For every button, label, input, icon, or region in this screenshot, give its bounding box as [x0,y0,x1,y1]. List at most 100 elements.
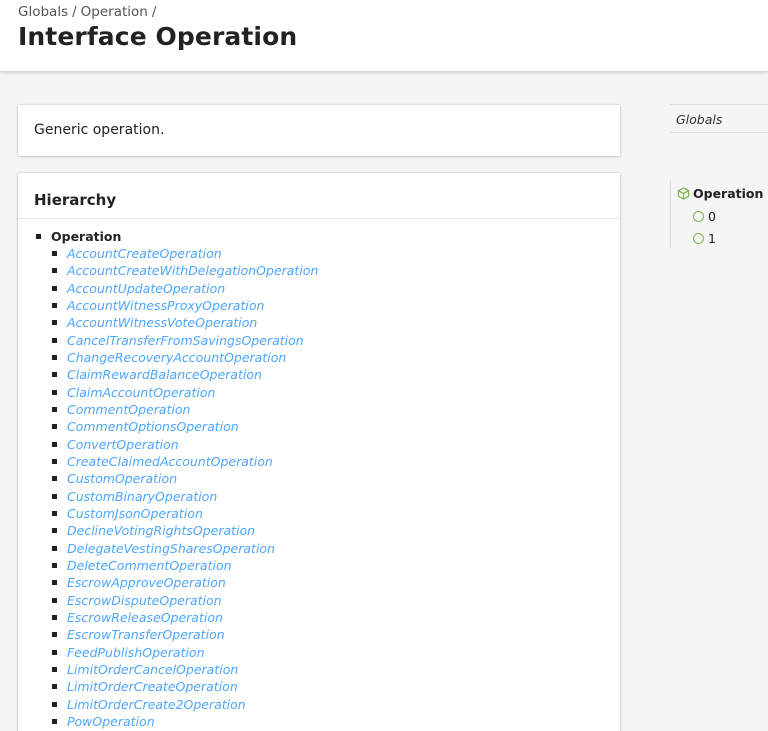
breadcrumb-globals[interactable]: Globals [18,4,68,20]
page-header: Globals / Operation / Interface Operatio… [0,0,768,72]
hierarchy-child-item: EscrowApproveOperation [52,574,318,591]
hierarchy-child-link[interactable]: AccountUpdateOperation [67,281,225,296]
description-panel: Generic operation. [18,105,620,156]
bullet-icon [52,545,57,551]
hierarchy-child-link[interactable]: LimitOrderCreateOperation [67,679,238,694]
hierarchy-child-item: DeleteCommentOperation [52,557,318,574]
bullet-icon [36,234,41,239]
bullet-icon [52,441,57,447]
hierarchy-children-list: AccountCreateOperation AccountCreateWithD… [52,245,318,730]
hierarchy-child-link[interactable]: ClaimAccountOperation [67,385,215,400]
hierarchy-child-item: CustomJsonOperation [52,505,318,522]
page-title: Interface Operation [18,22,298,51]
bullet-icon [52,649,57,655]
bullet-icon [52,632,57,638]
bullet-icon [52,667,57,673]
divider [18,218,620,219]
bullet-icon [52,580,57,586]
hierarchy-child-item: CancelTransferFromSavingsOperation [52,332,318,349]
hierarchy-root-label: Operation [51,229,122,244]
sidebar-globals-label: Globals [676,112,723,127]
bullet-icon [52,337,57,343]
hierarchy-child-link[interactable]: AccountCreateOperation [67,246,222,261]
breadcrumb-separator: / [151,4,157,20]
hierarchy-child-link[interactable]: CancelTransferFromSavingsOperation [67,333,304,348]
hierarchy-child-link[interactable]: EscrowApproveOperation [67,575,226,590]
hierarchy-child-link[interactable]: LimitOrderCancelOperation [67,662,238,677]
bullet-icon [52,597,57,603]
hierarchy-child-item: FeedPublishOperation [52,644,318,661]
bullet-icon [52,424,57,430]
breadcrumb-operation[interactable]: Operation [81,4,148,20]
hierarchy-child-item: ClaimRewardBalanceOperation [52,366,318,383]
hierarchy-child-item: AccountWitnessVoteOperation [52,314,318,331]
hierarchy-child-item: ChangeRecoveryAccountOperation [52,349,318,366]
hierarchy-child-link[interactable]: CustomBinaryOperation [67,489,217,504]
bullet-icon [52,285,57,291]
hierarchy-child-link[interactable]: CommentOperation [67,402,190,417]
sidebar-property-1[interactable]: 1 [693,231,716,246]
hierarchy-child-link[interactable]: ConvertOperation [67,437,179,452]
hierarchy-child-item: LimitOrderCreate2Operation [52,696,318,713]
sidebar-globals-link[interactable]: Globals [670,104,768,133]
hierarchy-child-item: ConvertOperation [52,436,318,453]
hierarchy-child-link[interactable]: CreateClaimedAccountOperation [67,454,273,469]
bullet-icon [52,476,57,482]
bullet-icon [52,320,57,326]
hierarchy-child-item: AccountUpdateOperation [52,280,318,297]
property-circle-icon [693,211,704,222]
bullet-icon [52,389,57,395]
hierarchy-child-item: EscrowTransferOperation [52,626,318,643]
hierarchy-child-link[interactable]: DelegateVestingSharesOperation [67,541,275,556]
hierarchy-child-item: DelegateVestingSharesOperation [52,540,318,557]
breadcrumb: Globals / Operation / [18,4,156,20]
hierarchy-child-item: DeclineVotingRightsOperation [52,522,318,539]
bullet-icon [52,372,57,378]
hierarchy-child-item: LimitOrderCreateOperation [52,678,318,695]
hierarchy-child-link[interactable]: AccountWitnessProxyOperation [67,298,264,313]
hierarchy-child-link[interactable]: CommentOptionsOperation [67,419,239,434]
bullet-icon [52,493,57,499]
hierarchy-child-item: CommentOptionsOperation [52,418,318,435]
hierarchy-child-link[interactable]: CustomOperation [67,471,177,486]
hierarchy-child-item: LimitOrderCancelOperation [52,661,318,678]
hierarchy-child-link[interactable]: AccountWitnessVoteOperation [67,315,257,330]
description-text: Generic operation. [34,122,165,138]
hierarchy-child-link[interactable]: ClaimRewardBalanceOperation [67,367,262,382]
sidebar-property-label: 1 [708,231,716,246]
hierarchy-child-link[interactable]: EscrowReleaseOperation [67,610,223,625]
hierarchy-child-link[interactable]: DeclineVotingRightsOperation [67,523,255,538]
hierarchy-heading: Hierarchy [34,191,117,209]
hierarchy-child-link[interactable]: DeleteCommentOperation [67,558,232,573]
bullet-icon [52,268,57,274]
bullet-icon [52,684,57,690]
hierarchy-child-item: EscrowReleaseOperation [52,609,318,626]
sidebar-property-0[interactable]: 0 [693,209,716,224]
hierarchy-child-item: ClaimAccountOperation [52,384,318,401]
property-circle-icon [693,233,704,244]
hierarchy-child-item: AccountWitnessProxyOperation [52,297,318,314]
hierarchy-child-item: EscrowDisputeOperation [52,592,318,609]
bullet-icon [52,407,57,413]
hierarchy-child-link[interactable]: AccountCreateWithDelegationOperation [67,263,318,278]
hierarchy-child-link[interactable]: FeedPublishOperation [67,645,205,660]
sidebar-current-item[interactable]: Operation [677,186,763,201]
hierarchy-child-link[interactable]: CustomJsonOperation [67,506,203,521]
bullet-icon [52,459,57,465]
bullet-icon [52,528,57,534]
hierarchy-root: Operation [36,228,121,245]
sidebar-property-label: 0 [708,209,716,224]
hierarchy-child-link[interactable]: EscrowDisputeOperation [67,593,222,608]
hierarchy-child-link[interactable]: ChangeRecoveryAccountOperation [67,350,286,365]
hierarchy-child-item: CustomBinaryOperation [52,488,318,505]
bullet-icon [52,615,57,621]
bullet-icon [52,701,57,707]
hierarchy-child-item: PowOperation [52,713,318,730]
hierarchy-child-link[interactable]: EscrowTransferOperation [67,627,225,642]
bullet-icon [52,563,57,569]
sidebar-nav: Operation 0 1 [670,180,768,248]
hierarchy-child-link[interactable]: PowOperation [67,714,155,729]
interface-cube-icon [677,187,690,200]
hierarchy-child-link[interactable]: LimitOrderCreate2Operation [67,697,246,712]
bullet-icon [52,511,57,517]
